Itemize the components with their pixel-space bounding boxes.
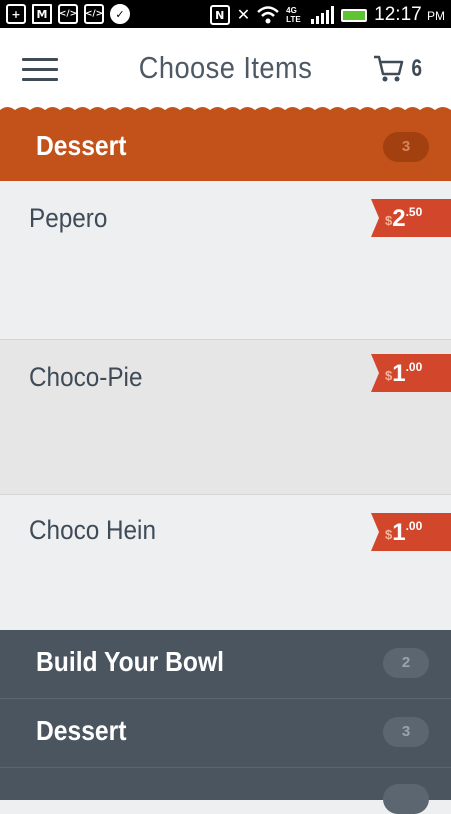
code-icon: </> bbox=[58, 4, 78, 24]
category-title: Build Your Bowl bbox=[36, 646, 224, 677]
category-header[interactable]: Build Your Bowl 2 bbox=[0, 630, 451, 699]
signal-icon bbox=[311, 6, 335, 24]
code-icon: </> bbox=[84, 4, 104, 24]
item-name: Pepero bbox=[29, 203, 108, 233]
gmail-icon: M bbox=[32, 4, 52, 24]
cart-count: 6 bbox=[410, 55, 422, 82]
cart-button[interactable]: 6 bbox=[372, 54, 423, 84]
category-header-active[interactable]: Dessert 3 bbox=[0, 112, 451, 181]
wifi-icon bbox=[257, 6, 280, 24]
category-title: Dessert bbox=[36, 715, 127, 746]
cart-icon bbox=[373, 55, 403, 82]
network-type: 4G LTE bbox=[286, 6, 301, 24]
category-title: Dessert bbox=[36, 130, 127, 161]
price-tag: $1.00 bbox=[371, 354, 451, 392]
price-tag: $2.50 bbox=[371, 199, 451, 237]
clock: 12:17 PM bbox=[374, 4, 445, 25]
category-header[interactable] bbox=[0, 768, 451, 814]
page-title: Choose Items bbox=[138, 50, 313, 85]
list-item[interactable]: Choco Hein $1.00 bbox=[0, 495, 451, 630]
nfc-icon: N bbox=[209, 5, 230, 25]
category-count-badge bbox=[383, 784, 429, 814]
status-bar: + M </> </> ✓ N ✕ 4G LTE 12:17 PM bbox=[0, 0, 451, 28]
battery-icon bbox=[341, 8, 368, 22]
list-item[interactable]: Pepero $2.50 bbox=[0, 181, 451, 340]
category-count-badge: 2 bbox=[383, 648, 429, 678]
price-tag: $1.00 bbox=[371, 513, 451, 551]
category-count-badge: 3 bbox=[383, 717, 429, 747]
item-name: Choco Hein bbox=[29, 515, 156, 545]
mute-icon: ✕ bbox=[236, 7, 251, 24]
category-header[interactable]: Dessert 3 bbox=[0, 699, 451, 768]
category-count-badge: 3 bbox=[383, 132, 429, 162]
app-bar: Choose Items 6 bbox=[0, 28, 451, 112]
check-icon: ✓ bbox=[110, 4, 130, 24]
list-item[interactable]: Choco-Pie $1.00 bbox=[0, 340, 451, 495]
item-name: Choco-Pie bbox=[29, 362, 143, 392]
scallop-divider bbox=[0, 107, 451, 116]
add-icon: + bbox=[6, 4, 26, 24]
